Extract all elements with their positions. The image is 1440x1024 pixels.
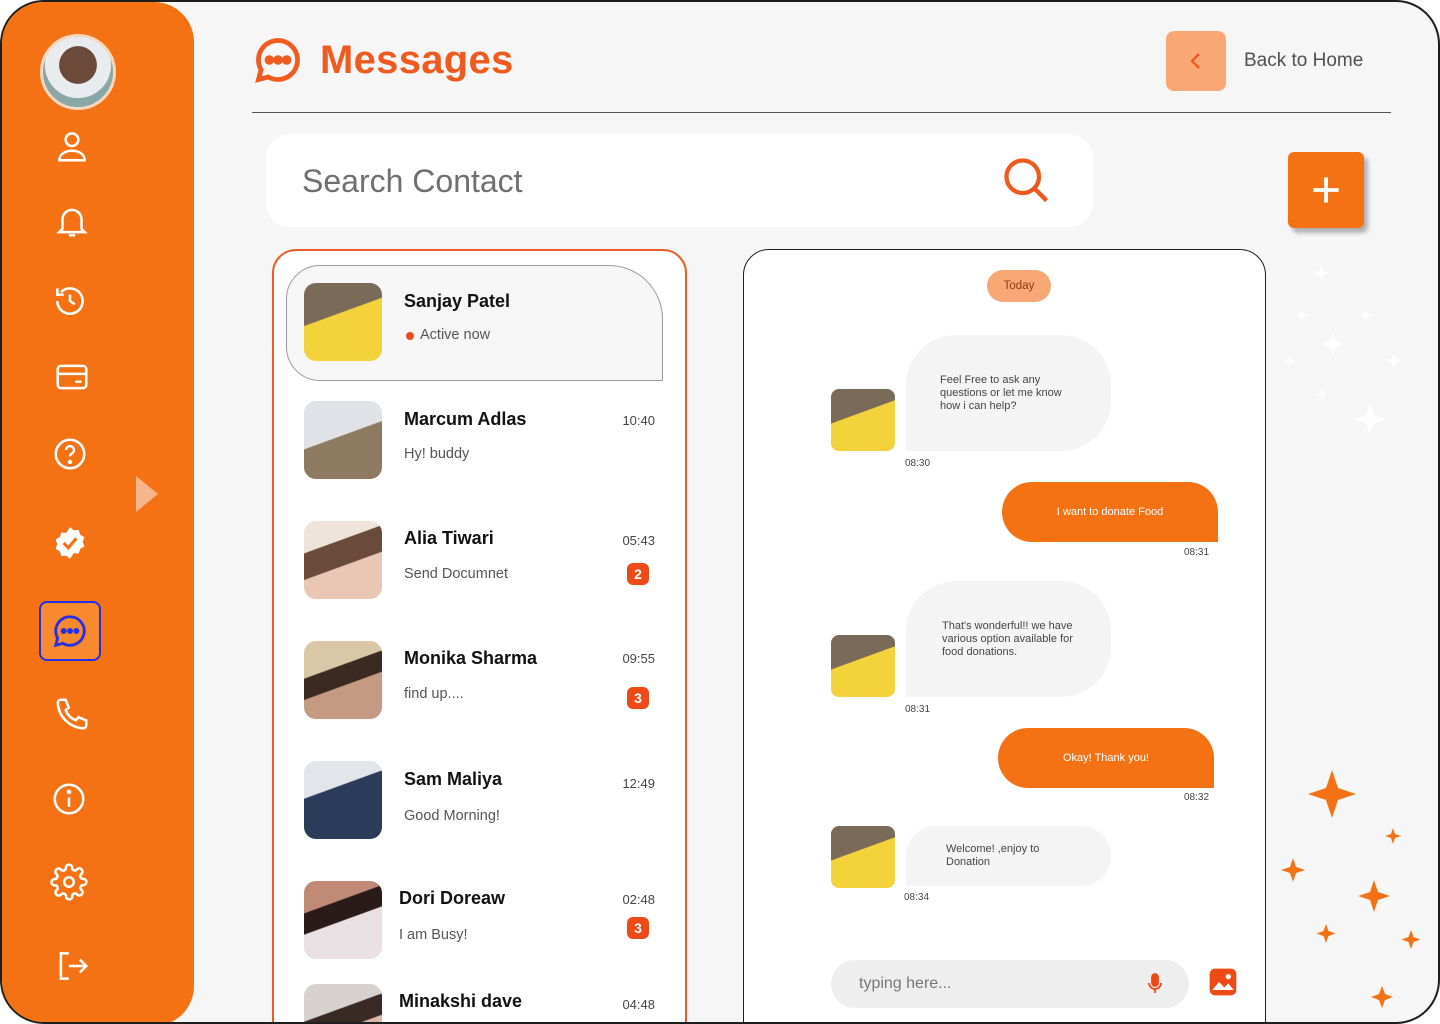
verified-badge-icon[interactable] — [48, 521, 92, 565]
search-icon[interactable] — [1000, 154, 1052, 206]
contact-last-message: Send Documnet — [404, 566, 508, 582]
sidebar — [2, 2, 194, 1022]
contact-last-message: find up.... — [404, 686, 464, 702]
contact-item[interactable]: Marcum Adlas Hy! buddy 10:40 — [274, 371, 685, 481]
back-button[interactable] — [1166, 31, 1226, 91]
contact-name: Monika Sharma — [404, 648, 538, 668]
unread-badge: 3 — [627, 687, 649, 709]
image-attach-icon[interactable] — [1207, 966, 1239, 998]
contact-time: 09:55 — [622, 651, 655, 666]
logout-icon[interactable] — [50, 944, 94, 988]
header-divider — [252, 112, 1391, 113]
contact-name: Minakshi dave — [399, 991, 523, 1011]
back-to-home-link[interactable]: Back to Home — [1244, 50, 1363, 72]
page-title: Messages — [320, 37, 514, 82]
page-header: Messages — [252, 34, 514, 86]
outgoing-message: I want to donate Food — [1002, 482, 1218, 542]
contact-avatar — [304, 283, 382, 361]
search-input[interactable] — [302, 158, 1002, 204]
question-icon[interactable] — [48, 432, 92, 476]
contact-name: Sanjay Patel — [404, 291, 511, 311]
card-icon[interactable] — [50, 355, 94, 399]
contact-item[interactable]: Sam Maliya Good Morning! 12:49 — [274, 731, 685, 841]
bell-icon[interactable] — [50, 199, 94, 243]
contact-name: Marcum Adlas — [404, 409, 527, 429]
user-icon[interactable] — [50, 124, 94, 168]
incoming-message: Feel Free to ask any questions or let me… — [906, 335, 1111, 451]
chevron-left-icon — [1190, 53, 1200, 69]
contact-avatar — [304, 521, 382, 599]
contact-avatar — [304, 984, 382, 1022]
chat-icon[interactable] — [39, 601, 101, 661]
contact-time: 04:48 — [622, 997, 655, 1012]
contact-time: 02:48 — [622, 892, 655, 907]
contact-time: 12:49 — [622, 776, 655, 791]
message-composer — [831, 960, 1189, 1008]
search-bar — [266, 134, 1093, 227]
messages-logo-icon — [255, 38, 300, 83]
sparkles-decoration — [1284, 265, 1402, 435]
message-time: 08:34 — [904, 892, 930, 903]
contact-last-message: I am Busy! — [399, 927, 468, 943]
microphone-icon[interactable] — [1147, 972, 1163, 996]
add-contact-button[interactable] — [1288, 152, 1364, 228]
contact-item[interactable]: Sanjay Patel Active now — [274, 251, 685, 381]
user-avatar[interactable] — [40, 34, 116, 110]
sparkles-decoration-orange — [1281, 770, 1421, 1008]
contact-item[interactable]: Monika Sharma find up.... 09:55 3 — [274, 611, 685, 721]
active-status-dot — [406, 332, 414, 340]
contact-last-message: Hy! buddy — [404, 446, 470, 462]
contact-name: Alia Tiwari — [404, 528, 494, 548]
contact-avatar — [304, 881, 382, 959]
contact-name: Dori Doreaw — [399, 888, 506, 908]
message-time: 08:31 — [1184, 547, 1210, 558]
message-time: 08:32 — [1184, 792, 1210, 803]
contact-time: 10:40 — [622, 413, 655, 428]
contact-time: 05:43 — [622, 533, 655, 548]
date-separator: Today — [987, 270, 1051, 302]
contact-item[interactable]: Dori Doreaw I am Busy! 02:48 3 — [274, 851, 685, 961]
incoming-message: That's wonderful!! we have various optio… — [906, 581, 1111, 697]
plus-icon — [1313, 177, 1339, 203]
message-time: 08:30 — [905, 458, 931, 469]
gear-icon[interactable] — [47, 860, 91, 904]
contact-name: Sam Maliya — [404, 769, 503, 789]
contact-item[interactable]: Alia Tiwari Send Documnet 05:43 2 — [274, 491, 685, 601]
sender-avatar — [831, 826, 895, 888]
history-icon[interactable] — [48, 279, 92, 323]
contact-list: Sanjay Patel Active now Marcum Adlas Hy!… — [272, 249, 687, 1022]
chat-panel: Today Feel Free to ask any questions or … — [743, 249, 1266, 1022]
message-input[interactable] — [859, 970, 1129, 998]
sender-avatar — [831, 389, 895, 451]
message-time: 08:31 — [905, 704, 931, 715]
contact-last-message: Good Morning! — [404, 808, 500, 824]
app-window: Messages Back to Home Sanjay Patel Activ… — [0, 0, 1440, 1024]
unread-badge: 3 — [627, 917, 649, 939]
phone-icon[interactable] — [50, 692, 94, 736]
unread-badge: 2 — [627, 563, 649, 585]
sender-avatar — [831, 635, 895, 697]
contact-item[interactable]: Minakshi dave 04:48 — [274, 954, 685, 1022]
sidebar-expand-arrow[interactable] — [136, 476, 158, 512]
contact-avatar — [304, 761, 382, 839]
incoming-message: Welcome! ,enjoy to Donation — [906, 826, 1111, 886]
contact-status: Active now — [420, 327, 491, 343]
contact-avatar — [304, 641, 382, 719]
info-icon[interactable] — [47, 777, 91, 821]
outgoing-message: Okay! Thank you! — [998, 728, 1214, 788]
contact-avatar — [304, 401, 382, 479]
